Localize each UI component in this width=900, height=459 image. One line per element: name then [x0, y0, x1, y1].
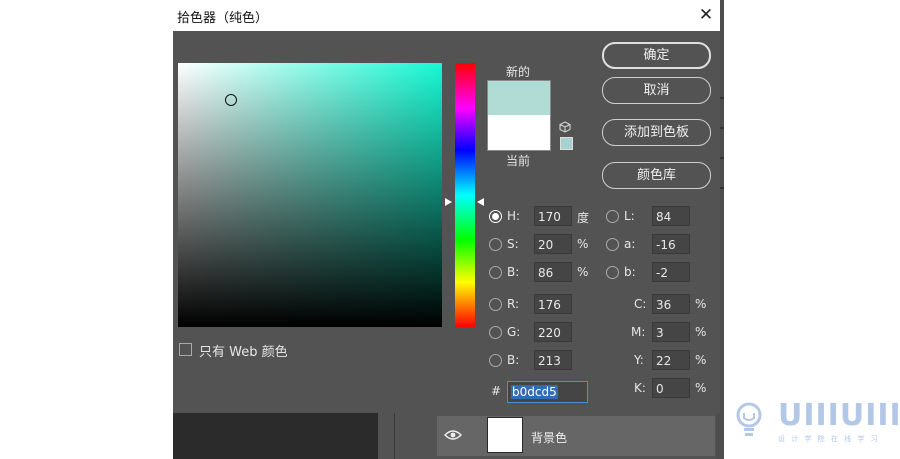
lightbulb-logo-icon [736, 402, 762, 436]
label-l: L: [624, 209, 635, 223]
label-c: C: [634, 297, 647, 311]
label-bc: B: [507, 353, 520, 367]
web-colors-label[interactable]: 只有 Web 颜色 [199, 341, 288, 360]
unit-h: 度 [577, 211, 590, 225]
label-y: Y: [634, 353, 644, 367]
panel-divider [394, 413, 395, 459]
label-bv: B: [507, 265, 520, 279]
eye-icon[interactable] [444, 429, 462, 441]
radio-s[interactable] [489, 238, 502, 251]
input-l[interactable]: 84 [652, 206, 690, 226]
layer-thumbnail[interactable] [487, 417, 523, 453]
hue-slider-handle-right[interactable] [477, 198, 484, 206]
color-libraries-button[interactable]: 颜色库 [602, 162, 711, 189]
current-color-swatch[interactable] [487, 115, 551, 151]
close-icon[interactable]: ✕ [695, 4, 717, 26]
new-color-swatch [487, 80, 551, 116]
hex-value[interactable]: b0dcd5 [511, 385, 558, 399]
input-k[interactable]: 0 [652, 378, 690, 398]
label-k: K: [634, 381, 646, 395]
label-h: H: [507, 209, 521, 223]
watermark-tagline: 设 计 学 院 在 线 学 习 [778, 435, 880, 443]
unit-s: % [577, 237, 589, 251]
hue-slider[interactable] [455, 63, 475, 327]
hex-input[interactable]: b0dcd5 [507, 381, 588, 403]
radio-b[interactable] [606, 266, 619, 279]
layer-name[interactable]: 背景色 [531, 429, 567, 446]
input-bc[interactable]: 213 [534, 350, 572, 370]
new-color-label: 新的 [505, 65, 530, 79]
radio-l[interactable] [606, 210, 619, 223]
input-s[interactable]: 20 [534, 234, 572, 254]
label-m: M: [631, 325, 646, 339]
watermark-brand: UIIIUIII [778, 398, 900, 433]
hex-label: # [491, 384, 502, 398]
unit-bv: % [577, 265, 589, 279]
input-y[interactable]: 22 [652, 350, 690, 370]
input-h[interactable]: 170 [534, 206, 572, 226]
radio-g[interactable] [489, 326, 502, 339]
label-b: b: [624, 265, 636, 279]
web-colors-checkbox[interactable] [179, 343, 192, 356]
unit-c: % [695, 297, 707, 311]
radio-h[interactable] [489, 210, 502, 223]
web-safe-swatch[interactable] [560, 137, 573, 150]
dialog-title: 拾色器（纯色） [177, 11, 269, 26]
input-bv[interactable]: 86 [534, 262, 572, 282]
cube-icon[interactable] [559, 121, 571, 133]
input-c[interactable]: 36 [652, 294, 690, 314]
color-picker-cursor[interactable] [225, 94, 237, 106]
radio-r[interactable] [489, 298, 502, 311]
hue-slider-handle-left[interactable] [445, 198, 452, 206]
layer-row[interactable] [437, 416, 715, 456]
current-color-label: 当前 [505, 154, 530, 168]
unit-k: % [695, 381, 707, 395]
input-r[interactable]: 176 [534, 294, 572, 314]
radio-a[interactable] [606, 238, 619, 251]
add-to-swatches-button[interactable]: 添加到色板 [602, 119, 711, 146]
ok-button[interactable]: 确定 [602, 42, 711, 69]
radio-bc[interactable] [489, 354, 502, 367]
input-a[interactable]: -16 [652, 234, 690, 254]
unit-y: % [695, 353, 707, 367]
input-g[interactable]: 220 [534, 322, 572, 342]
input-m[interactable]: 3 [652, 322, 690, 342]
label-r: R: [507, 297, 520, 311]
label-s: S: [507, 237, 519, 251]
canvas-area [173, 413, 378, 459]
label-g: G: [507, 325, 521, 339]
label-a: a: [624, 237, 636, 251]
unit-m: % [695, 325, 707, 339]
radio-bv[interactable] [489, 266, 502, 279]
color-field[interactable] [178, 63, 442, 327]
input-b[interactable]: -2 [652, 262, 690, 282]
cancel-button[interactable]: 取消 [602, 77, 711, 104]
